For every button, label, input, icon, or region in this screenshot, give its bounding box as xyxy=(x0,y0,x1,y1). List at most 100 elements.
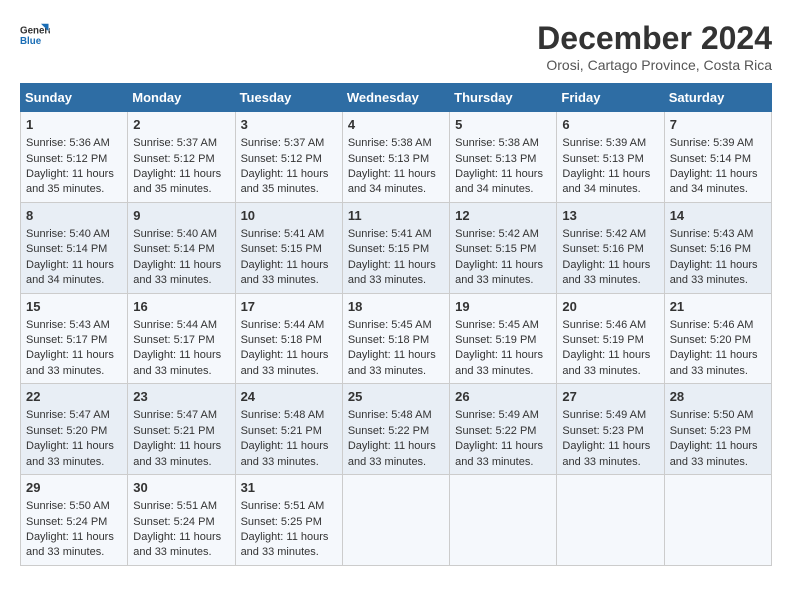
sunrise-label: Sunrise: 5:44 AM xyxy=(241,319,325,331)
header-sunday: Sunday xyxy=(21,84,128,112)
daylight-label: Daylight: 11 hours and 35 minutes. xyxy=(133,168,221,195)
calendar-cell: 23Sunrise: 5:47 AMSunset: 5:21 PMDayligh… xyxy=(128,384,235,475)
sunrise-label: Sunrise: 5:39 AM xyxy=(670,137,754,149)
daylight-label: Daylight: 11 hours and 34 minutes. xyxy=(670,168,758,195)
daylight-label: Daylight: 11 hours and 34 minutes. xyxy=(562,168,650,195)
calendar-cell: 31 Sunrise: 5:51 AM Sunset: 5:25 PM Dayligh… xyxy=(235,475,342,566)
daylight-label: Daylight: 11 hours and 34 minutes. xyxy=(455,168,543,195)
sunrise-label: Sunrise: 5:43 AM xyxy=(670,228,754,240)
calendar-cell: 11Sunrise: 5:41 AMSunset: 5:15 PMDayligh… xyxy=(342,202,449,293)
daylight-label: Daylight: 11 hours and 33 minutes. xyxy=(133,349,221,376)
daylight-label: Daylight: 11 hours and 33 minutes. xyxy=(670,259,758,286)
calendar-cell: 16Sunrise: 5:44 AMSunset: 5:17 PMDayligh… xyxy=(128,293,235,384)
day-number: 24 xyxy=(241,388,337,406)
daylight-label: Daylight: 11 hours and 33 minutes. xyxy=(455,440,543,467)
sunrise-label: Sunrise: 5:38 AM xyxy=(455,137,539,149)
daylight-label: Daylight: 11 hours and 35 minutes. xyxy=(26,168,114,195)
header-wednesday: Wednesday xyxy=(342,84,449,112)
daylight-label: Daylight: 11 hours and 33 minutes. xyxy=(133,259,221,286)
sunrise-label: Sunrise: 5:46 AM xyxy=(562,319,646,331)
sunset-label: Sunset: 5:17 PM xyxy=(133,334,214,346)
sunrise-label: Sunrise: 5:47 AM xyxy=(133,409,217,421)
sunrise-label: Sunrise: 5:37 AM xyxy=(133,137,217,149)
calendar-cell: 6Sunrise: 5:39 AMSunset: 5:13 PMDaylight… xyxy=(557,112,664,203)
calendar-cell: 4Sunrise: 5:38 AMSunset: 5:13 PMDaylight… xyxy=(342,112,449,203)
sunset-label: Sunset: 5:12 PM xyxy=(133,153,214,165)
sunset-label: Sunset: 5:24 PM xyxy=(26,516,107,528)
daylight-label: Daylight: 11 hours and 35 minutes. xyxy=(241,168,329,195)
day-number: 13 xyxy=(562,207,658,225)
sunset-label: Sunset: 5:19 PM xyxy=(562,334,643,346)
calendar-cell: 14Sunrise: 5:43 AMSunset: 5:16 PMDayligh… xyxy=(664,202,771,293)
sunset-label: Sunset: 5:18 PM xyxy=(241,334,322,346)
daylight-label: Daylight: 11 hours and 33 minutes. xyxy=(241,440,329,467)
svg-text:Blue: Blue xyxy=(20,36,42,47)
daylight-label: Daylight: 11 hours and 33 minutes. xyxy=(133,531,221,558)
sunrise-label: Sunrise: 5:42 AM xyxy=(562,228,646,240)
calendar-cell: 21Sunrise: 5:46 AMSunset: 5:20 PMDayligh… xyxy=(664,293,771,384)
sunrise-label: Sunrise: 5:40 AM xyxy=(133,228,217,240)
logo-icon: General Blue xyxy=(20,20,50,50)
day-number: 8 xyxy=(26,207,122,225)
daylight-label: Daylight: 11 hours and 33 minutes. xyxy=(348,349,436,376)
daylight-label: Daylight: 11 hours and 33 minutes. xyxy=(241,349,329,376)
sunset-label: Sunset: 5:15 PM xyxy=(241,243,322,255)
day-number: 18 xyxy=(348,298,444,316)
calendar-cell: 30Sunrise: 5:51 AMSunset: 5:24 PMDayligh… xyxy=(128,475,235,566)
day-number: 9 xyxy=(133,207,229,225)
day-number: 31 xyxy=(241,479,337,497)
calendar-cell xyxy=(557,475,664,566)
calendar-cell: 27Sunrise: 5:49 AMSunset: 5:23 PMDayligh… xyxy=(557,384,664,475)
day-number: 28 xyxy=(670,388,766,406)
daylight-label: Daylight: 11 hours and 33 minutes. xyxy=(455,349,543,376)
daylight-label: Daylight: 11 hours and 33 minutes. xyxy=(670,440,758,467)
sunset-label: Sunset: 5:17 PM xyxy=(26,334,107,346)
sunset-label: Sunset: 5:18 PM xyxy=(348,334,429,346)
daylight-label: Daylight: 11 hours and 33 minutes. xyxy=(241,531,329,558)
daylight-label: Daylight: 11 hours and 34 minutes. xyxy=(26,259,114,286)
calendar-cell xyxy=(450,475,557,566)
daylight-label: Daylight: 11 hours and 33 minutes. xyxy=(348,259,436,286)
day-number: 27 xyxy=(562,388,658,406)
sunset-label: Sunset: 5:22 PM xyxy=(348,425,429,437)
day-number: 5 xyxy=(455,116,551,134)
day-number: 26 xyxy=(455,388,551,406)
daylight-label: Daylight: 11 hours and 33 minutes. xyxy=(562,259,650,286)
sunset-label: Sunset: 5:14 PM xyxy=(133,243,214,255)
page-subtitle: Orosi, Cartago Province, Costa Rica xyxy=(537,57,772,73)
daylight-label: Daylight: 11 hours and 33 minutes. xyxy=(26,349,114,376)
sunset-label: Sunset: 5:21 PM xyxy=(133,425,214,437)
sunrise-label: Sunrise: 5:42 AM xyxy=(455,228,539,240)
day-number: 25 xyxy=(348,388,444,406)
sunrise-label: Sunrise: 5:47 AM xyxy=(26,409,110,421)
day-number: 15 xyxy=(26,298,122,316)
daylight-label: Daylight: 11 hours and 33 minutes. xyxy=(562,349,650,376)
sunset-label: Sunset: 5:25 PM xyxy=(241,516,322,528)
week-row-2: 8 Sunrise: 5:40 AM Sunset: 5:14 PM Daylight… xyxy=(21,202,772,293)
sunrise-label: Sunrise: 5:50 AM xyxy=(26,500,110,512)
daylight-label: Daylight: 11 hours and 33 minutes. xyxy=(455,259,543,286)
sunrise-label: Sunrise: 5:50 AM xyxy=(670,409,754,421)
logo: General Blue xyxy=(20,20,50,50)
header-monday: Monday xyxy=(128,84,235,112)
week-row-5: 29Sunrise: 5:50 AMSunset: 5:24 PMDayligh… xyxy=(21,475,772,566)
sunrise-label: Sunrise: 5:45 AM xyxy=(348,319,432,331)
sunset-label: Sunset: 5:19 PM xyxy=(455,334,536,346)
sunrise-label: Sunrise: 5:51 AM xyxy=(241,500,325,512)
sunrise-label: Sunrise: 5:44 AM xyxy=(133,319,217,331)
sunrise-label: Sunrise: 5:48 AM xyxy=(348,409,432,421)
sunrise-label: Sunrise: 5:41 AM xyxy=(348,228,432,240)
day-number: 3 xyxy=(241,116,337,134)
page-title: December 2024 xyxy=(537,20,772,57)
sunrise-label: Sunrise: 5:46 AM xyxy=(670,319,754,331)
calendar-cell: 12Sunrise: 5:42 AMSunset: 5:15 PMDayligh… xyxy=(450,202,557,293)
sunset-label: Sunset: 5:13 PM xyxy=(562,153,643,165)
daylight-label: Daylight: 11 hours and 33 minutes. xyxy=(348,440,436,467)
day-number: 22 xyxy=(26,388,122,406)
day-number: 17 xyxy=(241,298,337,316)
sunset-label: Sunset: 5:13 PM xyxy=(455,153,536,165)
calendar-table: SundayMondayTuesdayWednesdayThursdayFrid… xyxy=(20,83,772,566)
calendar-cell: 15Sunrise: 5:43 AMSunset: 5:17 PMDayligh… xyxy=(21,293,128,384)
daylight-label: Daylight: 11 hours and 33 minutes. xyxy=(26,531,114,558)
page-header: General Blue December 2024 Orosi, Cartag… xyxy=(20,20,772,73)
